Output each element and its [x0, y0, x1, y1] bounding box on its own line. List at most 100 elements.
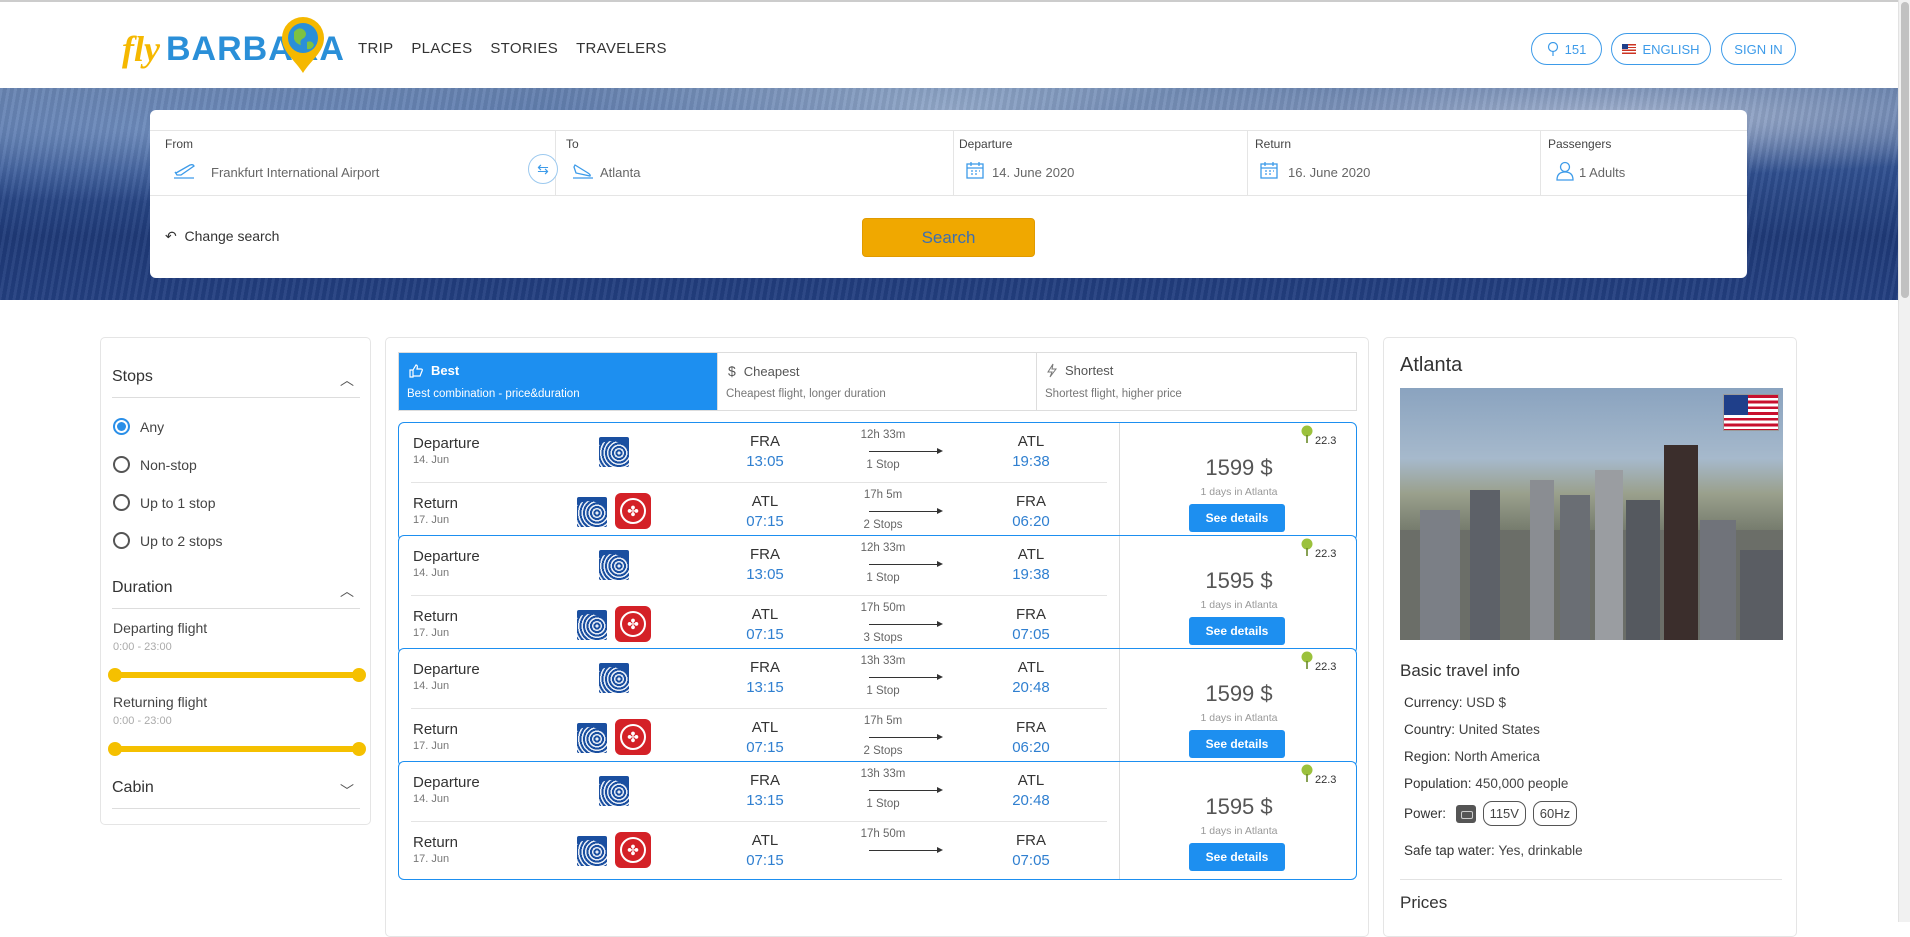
slider-handle-min[interactable]: [108, 668, 122, 682]
duration-filter-header[interactable]: Duration ︿: [112, 579, 360, 609]
returning-time-slider[interactable]: [108, 742, 366, 756]
main-nav: TRIP PLACES STORIES TRAVELERS: [358, 40, 667, 57]
eco-score: 22.3: [1301, 651, 1336, 673]
language-button[interactable]: ENGLISH: [1611, 33, 1711, 65]
departure-time: 07:15: [746, 852, 784, 869]
sign-in-button[interactable]: SIGN IN: [1721, 33, 1796, 65]
thumbs-up-icon: [409, 363, 423, 378]
stops-option-2-stops[interactable]: Up to 2 stops: [113, 532, 223, 549]
united-airlines-logo: [599, 550, 629, 580]
tab-cheapest[interactable]: $ Cheapest Cheapest flight, longer durat…: [718, 353, 1037, 410]
divider: [1400, 879, 1782, 880]
sign-in-label: SIGN IN: [1734, 41, 1783, 57]
departure-label: Departure: [413, 774, 480, 791]
plane-takeoff-icon: [174, 164, 195, 179]
destination-airport: FRA: [1016, 493, 1046, 510]
united-airlines-logo: [599, 663, 629, 693]
eco-score-value: 22.3: [1315, 548, 1337, 560]
return-value: 16. June 2020: [1288, 165, 1371, 180]
see-details-button[interactable]: See details: [1189, 730, 1285, 758]
return-date: 17. Jun: [413, 514, 450, 526]
eco-points-button[interactable]: 151: [1531, 33, 1602, 65]
tab-best-subtitle: Best combination - price&duration: [407, 388, 580, 400]
country-row: Country: United States: [1404, 722, 1540, 737]
cabin-filter-header[interactable]: Cabin ﹀: [112, 779, 360, 809]
slider-handle-max[interactable]: [352, 668, 366, 682]
air-canada-logo: ✤: [615, 606, 651, 642]
see-details-button[interactable]: See details: [1189, 843, 1285, 871]
destination-airport: ATL: [1017, 659, 1045, 676]
eco-score-value: 22.3: [1315, 435, 1337, 447]
us-flag-icon: [1723, 394, 1779, 431]
stops-title: Stops: [112, 368, 153, 385]
flight-result-card[interactable]: Departure 14. Jun FRA 13:15 13h 33m 1 Stop ATL…: [398, 761, 1357, 880]
from-value: Frankfurt International Airport: [211, 165, 380, 180]
nav-trip[interactable]: TRIP: [358, 40, 393, 57]
departure-label: Departure: [413, 548, 480, 565]
stops-option-nonstop[interactable]: Non-stop: [113, 456, 197, 473]
slider-handle-max[interactable]: [352, 742, 366, 756]
departure-time: 13:05: [746, 453, 784, 470]
arrival-time: 07:05: [1012, 626, 1050, 643]
eco-score-value: 22.3: [1315, 661, 1337, 673]
power-plug-icon: [1455, 805, 1476, 824]
slider-handle-min[interactable]: [108, 742, 122, 756]
stop-count: 1 Stop: [866, 459, 900, 471]
origin-airport: ATL: [751, 832, 779, 849]
passengers-field[interactable]: Passengers 1 Adults: [1541, 130, 1747, 196]
eco-points-count: 151: [1564, 41, 1587, 57]
site-header: fly BARBARA TRIP PLACES STORIES TRAVELER…: [0, 2, 1898, 88]
change-search-link[interactable]: ↶ Change search: [165, 228, 279, 245]
return-label: Return: [413, 721, 459, 738]
departure-leg: Departure 14. Jun FRA 13:15 13h 33m 1 Stop ATL…: [399, 649, 1119, 707]
flight-result-card[interactable]: Departure 14. Jun FRA 13:05 12h 33m 1 Stop ATL…: [398, 422, 1357, 541]
departure-label: Departure: [413, 661, 480, 678]
tab-shortest[interactable]: Shortest Shortest flight, higher price: [1037, 353, 1357, 410]
from-field[interactable]: From Frankfurt International Airport: [150, 130, 556, 196]
departing-flight-range: 0:00 - 23:00: [113, 641, 172, 653]
destination-info-panel: Atlanta Basic travel info Currency: USD …: [1383, 337, 1797, 937]
flight-duration: 17h 50m: [860, 602, 906, 614]
flight-result-card[interactable]: Departure 14. Jun FRA 13:05 12h 33m 1 Stop ATL…: [398, 535, 1357, 654]
eco-score: 22.3: [1301, 764, 1336, 786]
to-label: To: [566, 137, 579, 151]
divider: [1119, 536, 1120, 653]
arrival-time: 20:48: [1012, 792, 1050, 809]
eco-score: 22.3: [1301, 538, 1336, 560]
logo-fly-text: fly: [122, 29, 160, 69]
price: 1595 $: [1205, 794, 1273, 819]
return-field[interactable]: Return 16. June 2020: [1248, 130, 1541, 196]
population-row: Population: 450,000 people: [1404, 776, 1568, 791]
search-button[interactable]: Search: [862, 218, 1035, 257]
see-details-button[interactable]: See details: [1189, 504, 1285, 532]
page-scrollbar[interactable]: [1898, 0, 1910, 922]
tab-best[interactable]: Best Best combination - price&duration: [399, 353, 718, 410]
see-details-button[interactable]: See details: [1189, 617, 1285, 645]
calendar-icon: [1260, 162, 1278, 179]
stops-filter-header[interactable]: Stops ︿: [112, 368, 360, 398]
nav-places[interactable]: PLACES: [411, 40, 472, 57]
site-logo[interactable]: fly BARBARA: [122, 16, 344, 78]
nav-travelers[interactable]: TRAVELERS: [576, 40, 667, 57]
origin-airport: FRA: [750, 546, 780, 563]
nav-stories[interactable]: STORIES: [490, 40, 558, 57]
united-airlines-logo: [577, 497, 607, 527]
united-airlines-logo: [577, 723, 607, 753]
to-field[interactable]: To Atlanta: [556, 130, 954, 196]
stay-duration: 1 days in Atlanta: [1200, 712, 1278, 724]
arrival-time: 06:20: [1012, 513, 1050, 530]
swap-airports-icon[interactable]: ⇆: [528, 154, 558, 184]
scrollbar-thumb[interactable]: [1901, 2, 1909, 298]
flight-duration: 13h 33m: [860, 768, 906, 780]
stops-option-any[interactable]: Any: [113, 418, 164, 435]
eco-score-value: 22.3: [1315, 774, 1337, 786]
united-airlines-logo: [599, 437, 629, 467]
from-label: From: [165, 137, 193, 151]
departure-field[interactable]: Departure 14. June 2020: [954, 130, 1248, 196]
departing-time-slider[interactable]: [108, 668, 366, 682]
flight-result-card[interactable]: Departure 14. Jun FRA 13:15 13h 33m 1 Stop ATL…: [398, 648, 1357, 767]
passengers-label: Passengers: [1548, 137, 1612, 151]
stops-option-1-stop[interactable]: Up to 1 stop: [113, 494, 216, 511]
divider: [1119, 649, 1120, 766]
origin-airport: FRA: [750, 433, 780, 450]
